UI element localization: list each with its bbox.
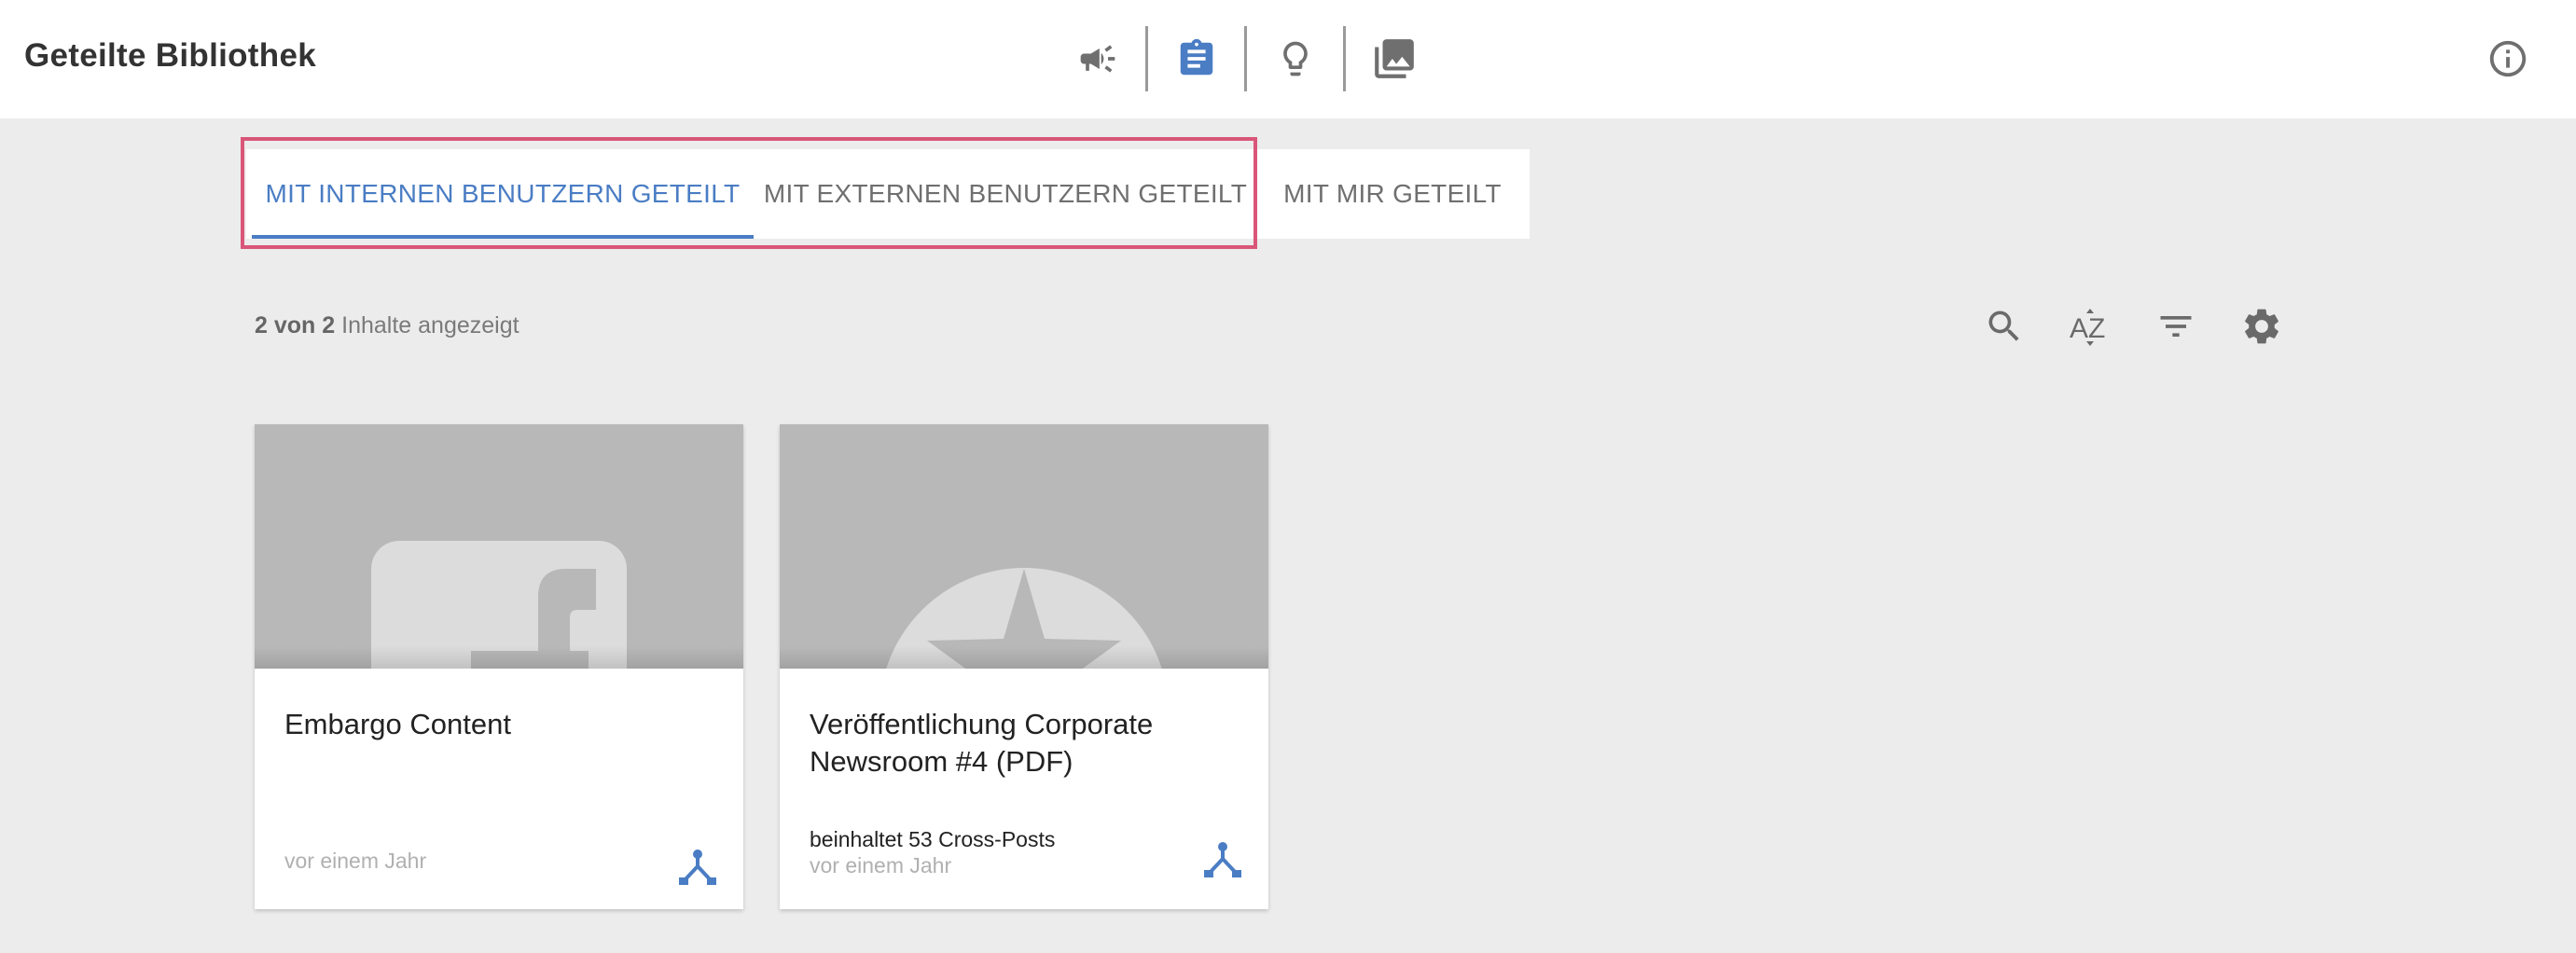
results-count: 2 von 2 Inhalte angezeigt bbox=[255, 312, 519, 339]
content-card[interactable]: Embargo Content vor einem Jahr bbox=[255, 424, 743, 909]
card-crosspost-count: beinhaltet 53 Cross-Posts bbox=[810, 827, 1056, 851]
search-icon[interactable] bbox=[1976, 298, 2032, 354]
count-suffix: Inhalte angezeigt bbox=[341, 312, 519, 338]
share-network-icon[interactable] bbox=[1199, 836, 1246, 883]
card-title: Embargo Content bbox=[284, 708, 511, 740]
star-badge-icon bbox=[886, 568, 1162, 669]
count-separator: von bbox=[273, 312, 316, 338]
info-icon[interactable] bbox=[2475, 26, 2541, 91]
active-tab-indicator bbox=[252, 235, 754, 239]
svg-text:Z: Z bbox=[2088, 313, 2105, 344]
settings-icon[interactable] bbox=[2234, 298, 2290, 354]
clipboard-icon[interactable] bbox=[1164, 26, 1229, 91]
card-title: Veröffentlichung Corporate Newsroom #4 (… bbox=[810, 708, 1154, 778]
nav-divider bbox=[1244, 26, 1247, 91]
nav-divider bbox=[1145, 26, 1148, 91]
content-card[interactable]: Veröffentlichung Corporate Newsroom #4 (… bbox=[780, 424, 1268, 909]
app-header: Geteilte Bibliothek bbox=[0, 0, 2576, 118]
thumbnail-shade bbox=[255, 646, 743, 669]
sort-az-icon[interactable]: A Z bbox=[2062, 298, 2118, 354]
total-count: 2 bbox=[322, 312, 336, 338]
nav-divider bbox=[1343, 26, 1346, 91]
share-tabs: MIT INTERNEN BENUTZERN GETEILT MIT EXTER… bbox=[246, 149, 1530, 239]
photo-library-icon[interactable] bbox=[1362, 26, 1427, 91]
lightbulb-icon[interactable] bbox=[1263, 26, 1328, 91]
filter-icon[interactable] bbox=[2148, 298, 2204, 354]
card-timestamp: vor einem Jahr bbox=[284, 849, 427, 873]
main-nav bbox=[0, 0, 2576, 118]
megaphone-icon[interactable] bbox=[1065, 26, 1130, 91]
tab-internal-users[interactable]: MIT INTERNEN BENUTZERN GETEILT bbox=[252, 149, 754, 239]
tab-external-users[interactable]: MIT EXTERNEN BENUTZERN GETEILT bbox=[754, 149, 1257, 239]
share-network-icon[interactable] bbox=[674, 844, 721, 891]
shown-count: 2 bbox=[255, 312, 268, 338]
thumbnail-shade bbox=[780, 646, 1268, 669]
card-thumbnail bbox=[255, 424, 743, 669]
card-thumbnail bbox=[780, 424, 1268, 669]
card-timestamp: vor einem Jahr bbox=[810, 853, 952, 877]
svg-text:A: A bbox=[2070, 313, 2088, 344]
facebook-icon bbox=[371, 541, 627, 669]
tab-shared-with-me[interactable]: MIT MIR GETEILT bbox=[1257, 149, 1528, 239]
